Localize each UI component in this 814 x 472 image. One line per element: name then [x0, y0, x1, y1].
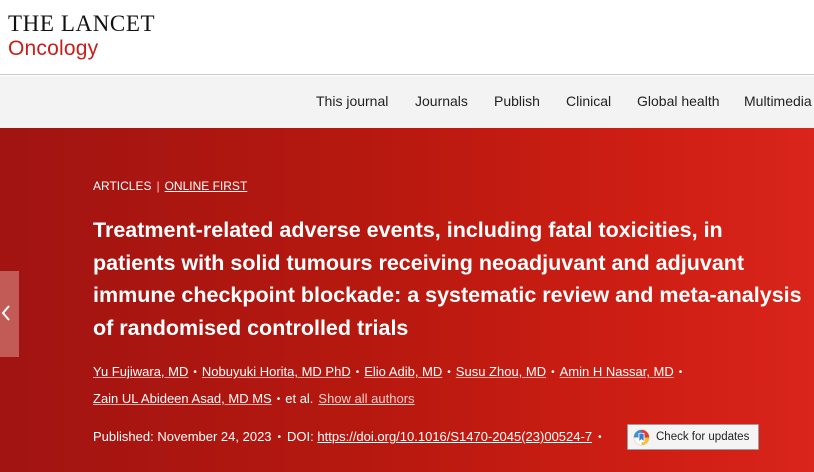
- site-header: THE LANCET Oncology: [0, 0, 814, 75]
- author-separator: •: [551, 367, 555, 378]
- nav-item-this-journal[interactable]: This journal: [316, 93, 388, 109]
- main-nav: This journal Journals Publish Clinical G…: [0, 76, 814, 128]
- nav-item-clinical[interactable]: Clinical: [566, 93, 611, 109]
- author-separator: •: [193, 367, 197, 378]
- show-all-authors-link[interactable]: Show all authors: [318, 391, 414, 406]
- nav-item-multimedia[interactable]: Multimedia: [744, 93, 812, 109]
- info-separator: •: [598, 432, 602, 443]
- nav-item-global-health[interactable]: Global health: [637, 93, 720, 109]
- article-type-breadcrumb: ARTICLES | ONLINE FIRST: [93, 179, 247, 193]
- doi-link[interactable]: https://doi.org/10.1016/S1470-2045(23)00…: [317, 429, 592, 444]
- author-separator: •: [678, 367, 683, 378]
- author-list: Yu Fujiwara, MD • Nobuyuki Horita, MD PhD •…: [93, 359, 733, 413]
- author-link[interactable]: Yu Fujiwara, MD: [93, 364, 188, 379]
- author-link[interactable]: Nobuyuki Horita, MD PhD: [202, 364, 351, 379]
- publication-info: Published: November 24, 2023 • DOI: https:…: [93, 429, 608, 444]
- check-for-updates-label: Check for updates: [656, 431, 750, 443]
- article-type-label[interactable]: ARTICLES: [93, 179, 151, 193]
- published-label: Published:: [93, 429, 154, 444]
- brand-name: THE LANCET: [8, 11, 156, 36]
- doi-label: DOI:: [287, 429, 314, 444]
- article-title: Treatment-related adverse events, includ…: [93, 218, 802, 340]
- previous-article-tab[interactable]: [0, 271, 19, 357]
- check-for-updates-button[interactable]: Check for updates: [627, 424, 759, 450]
- author-separator: •: [355, 367, 360, 378]
- et-al-text: et al.: [285, 391, 314, 406]
- breadcrumb-separator: |: [156, 179, 160, 193]
- journal-logo[interactable]: THE LANCET Oncology: [8, 12, 155, 59]
- author-link[interactable]: Elio Adib, MD: [364, 364, 442, 379]
- crossmark-icon: [633, 428, 650, 446]
- author-link[interactable]: Susu Zhou, MD: [456, 364, 546, 379]
- article-hero: ARTICLES | ONLINE FIRST Treatment-related …: [0, 128, 814, 472]
- author-link[interactable]: Zain UL Abideen Asad, MD MS: [93, 391, 272, 406]
- online-first-label[interactable]: ONLINE FIRST: [165, 179, 248, 193]
- published-date: November 24, 2023: [157, 429, 272, 444]
- author-separator: •: [276, 394, 281, 405]
- nav-item-publish[interactable]: Publish: [494, 93, 540, 109]
- author-link[interactable]: Amin H Nassar, MD: [560, 364, 674, 379]
- info-separator: •: [277, 432, 282, 443]
- author-separator: •: [447, 367, 451, 378]
- chevron-left-icon: [1, 305, 10, 321]
- nav-item-journals[interactable]: Journals: [415, 93, 468, 109]
- journal-name: Oncology: [8, 37, 99, 60]
